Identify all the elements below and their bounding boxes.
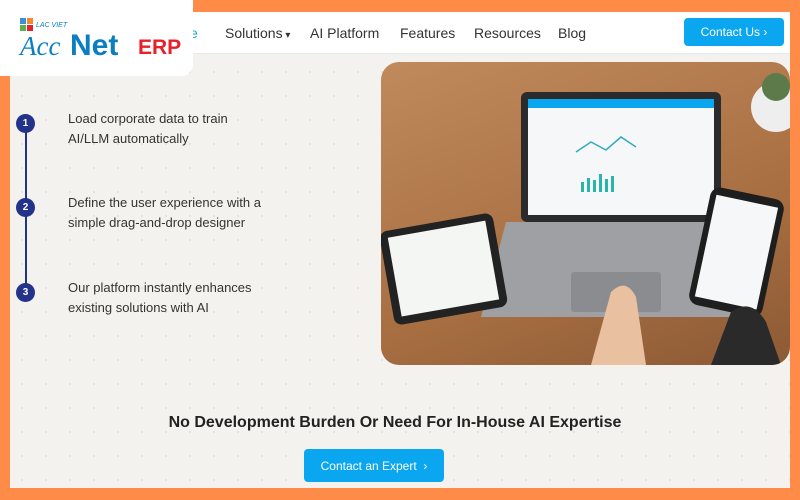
- svg-text:Net: Net: [70, 29, 118, 62]
- contact-us-label: Contact Us: [700, 25, 760, 39]
- nav-solutions[interactable]: Solutions ▾: [225, 25, 290, 41]
- logo[interactable]: LAC VIET Acc Net ERP: [0, 0, 193, 76]
- chevron-right-icon: ›: [416, 458, 428, 473]
- step-number: 1: [16, 114, 35, 133]
- nav-features[interactable]: Features: [400, 25, 455, 41]
- hero-image: [381, 62, 790, 365]
- step-text: Define the user experience with a simple…: [68, 195, 261, 230]
- contact-us-button[interactable]: Contact Us ›: [684, 18, 784, 46]
- svg-text:ERP: ERP: [138, 36, 181, 59]
- nav-solutions-label: Solutions: [225, 25, 283, 41]
- step-text: Our platform instantly enhances existing…: [68, 280, 252, 315]
- chevron-down-icon: ▾: [282, 30, 291, 41]
- svg-text:Acc: Acc: [18, 31, 60, 61]
- contact-expert-button[interactable]: Contact an Expert ›: [304, 449, 444, 482]
- step-text: Load corporate data to train AI/LLM auto…: [68, 111, 228, 146]
- nav-ai-platform[interactable]: AI Platform: [310, 25, 379, 41]
- step-number: 2: [16, 198, 35, 217]
- nav-blog[interactable]: Blog: [558, 25, 586, 41]
- nav-resources[interactable]: Resources: [474, 25, 541, 41]
- chevron-right-icon: ›: [760, 25, 768, 39]
- svg-text:LAC VIET: LAC VIET: [36, 22, 68, 29]
- headline: No Development Burden Or Need For In-Hou…: [168, 414, 622, 431]
- contact-expert-label: Contact an Expert: [320, 458, 417, 473]
- step-number: 3: [16, 283, 35, 302]
- devices-illustration: [381, 73, 790, 365]
- accnet-erp-logo: LAC VIET Acc Net ERP: [18, 18, 181, 62]
